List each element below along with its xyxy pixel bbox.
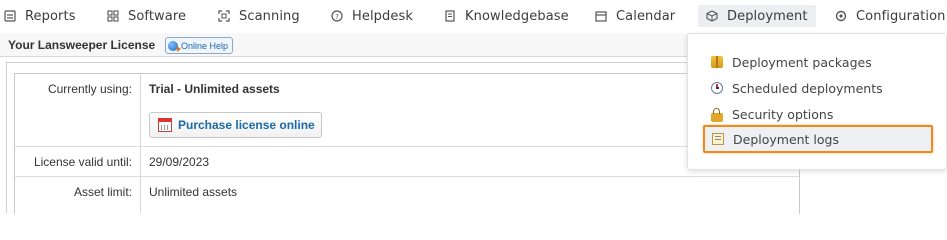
- package-icon: [711, 56, 723, 68]
- nav-knowledgebase-label: Knowledgebase: [465, 8, 569, 24]
- asset-limit-value: Unlimited assets: [149, 185, 238, 199]
- deployment-dropdown-menu: Deployment packages Scheduled deployment…: [687, 33, 947, 170]
- license-valid-until-value: 29/09/2023: [149, 155, 210, 169]
- currently-using-value: Trial - Unlimited assets: [149, 82, 280, 96]
- nav-software-label: Software: [128, 8, 187, 24]
- menu-item-label: Security options: [732, 106, 834, 122]
- asset-limit-label: Asset limit:: [73, 185, 132, 199]
- knowledgebase-icon: [444, 10, 456, 22]
- nav-software[interactable]: Software: [107, 5, 186, 27]
- menu-item-label: Scheduled deployments: [732, 80, 883, 96]
- clock-icon: [711, 82, 723, 94]
- nav-calendar[interactable]: Calendar: [595, 5, 675, 27]
- reports-icon: [4, 10, 16, 22]
- menu-item-scheduled-deployments[interactable]: Scheduled deployments: [698, 76, 928, 100]
- menu-item-deployment-logs[interactable]: Deployment logs: [703, 125, 933, 153]
- nav-helpdesk[interactable]: ? Helpdesk: [331, 5, 413, 27]
- nav-knowledgebase[interactable]: Knowledgebase: [444, 5, 569, 27]
- nav-calendar-label: Calendar: [616, 8, 676, 24]
- purchase-license-button[interactable]: Purchase license online: [149, 112, 322, 138]
- license-table-column-divider: [140, 73, 141, 213]
- menu-item-label: Deployment logs: [733, 131, 839, 147]
- purchase-license-label: Purchase license online: [178, 118, 315, 132]
- helpdesk-icon: ?: [331, 10, 343, 22]
- nav-reports-label: Reports: [25, 8, 76, 24]
- online-help-icon: [168, 40, 181, 52]
- menu-item-deployment-packages[interactable]: Deployment packages: [698, 50, 928, 74]
- log-icon: [712, 133, 724, 145]
- nav-scanning[interactable]: Scanning: [218, 5, 300, 27]
- currently-using-label: Currently using:: [47, 82, 132, 96]
- menu-item-security-options[interactable]: Security options: [698, 102, 928, 126]
- online-help-label: Online Help: [181, 40, 229, 51]
- configuration-icon: [835, 10, 847, 22]
- svg-text:?: ?: [335, 13, 339, 21]
- license-table-row-divider: [14, 146, 799, 147]
- software-grid-icon: [107, 10, 119, 22]
- nav-configuration[interactable]: Configuration: [835, 5, 945, 27]
- online-help-link[interactable]: Online Help: [165, 37, 234, 54]
- lock-icon: [711, 107, 723, 122]
- deployment-box-icon: [706, 10, 718, 22]
- license-table-row-divider: [14, 176, 799, 177]
- nav-deployment-label: Deployment: [727, 8, 808, 24]
- calendar-icon: [595, 10, 607, 22]
- top-navigation: Reports Software Scanning ? Helpdesk Kno…: [0, 0, 947, 32]
- nav-helpdesk-label: Helpdesk: [352, 8, 413, 24]
- nav-deployment[interactable]: Deployment: [698, 5, 816, 27]
- calendar-purchase-icon: [158, 118, 172, 132]
- scanning-icon: [218, 10, 230, 22]
- license-valid-until-label: License valid until:: [33, 155, 132, 169]
- nav-scanning-label: Scanning: [239, 8, 300, 24]
- nav-reports[interactable]: Reports: [4, 5, 76, 27]
- menu-item-label: Deployment packages: [732, 54, 872, 70]
- nav-configuration-label: Configuration: [856, 8, 946, 24]
- license-panel-title: Your Lansweeper License: [8, 38, 156, 52]
